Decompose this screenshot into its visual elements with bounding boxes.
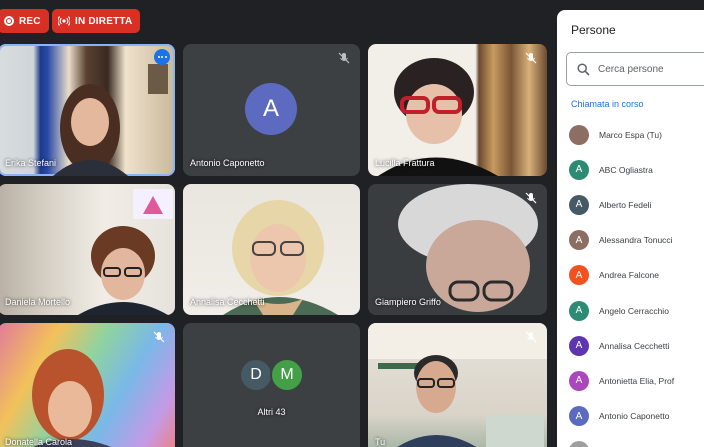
video-feed-donatella — [32, 349, 111, 447]
participant-name: Marco Espa (Tu) — [599, 129, 662, 140]
participant-list-item[interactable]: A Alessandra Tonucci — [557, 223, 704, 258]
participant-list-item[interactable]: A Alberto Fedeli — [557, 187, 704, 222]
avatar: A — [569, 406, 589, 427]
participant-list-item[interactable]: A Angelo Cerracchio — [557, 293, 704, 328]
search-box[interactable] — [566, 52, 704, 86]
participant-name: Alberto Fedeli — [599, 199, 652, 210]
avatar — [569, 441, 589, 447]
participant-tile-daniela-mortello[interactable]: Daniela Mortello — [0, 184, 175, 315]
live-badge[interactable]: IN DIRETTA — [52, 9, 141, 33]
participant-tile-self[interactable]: Tu — [368, 323, 547, 447]
participant-tile-erika-stefani[interactable]: Erika Stefani — [0, 44, 175, 176]
avatar — [569, 124, 589, 145]
panel-title: Persone — [571, 23, 616, 37]
participant-list-item[interactable]: A Antonio Caponetto — [557, 399, 704, 434]
participant-tile-giampiero-griffo[interactable]: Giampiero Griffo — [368, 184, 547, 315]
search-icon — [577, 62, 590, 76]
avatar: A — [569, 265, 589, 286]
people-panel: Persone Chiamata in corso Marco Espa (Tu… — [557, 10, 704, 447]
mic-off-icon — [337, 51, 351, 65]
top-bar: REC IN DIRETTA — [0, 0, 548, 42]
participant-list-item[interactable]: A Antonietta Elia, Prof — [557, 363, 704, 398]
mic-off-icon — [524, 191, 538, 205]
recording-badge[interactable]: REC — [0, 9, 49, 33]
participant-name: Lucilla Frattura — [375, 158, 435, 168]
participant-list-item[interactable]: A Annalisa Cecchetti — [557, 328, 704, 363]
video-feed-annalisa — [223, 200, 338, 315]
participant-name: Giampiero Griffo — [375, 297, 441, 307]
video-grid: Erika Stefani A Antonio Caponetto Lucill… — [0, 44, 548, 447]
avatar: A — [569, 335, 589, 356]
in-call-section-label: Chiamata in corso — [571, 99, 644, 109]
video-feed-self — [368, 323, 547, 447]
participant-tile-lucilla-frattura[interactable]: Lucilla Frattura — [368, 44, 547, 176]
video-feed-erika — [53, 64, 168, 176]
participant-tile-annalisa-cecchetti[interactable]: Annalisa Cecchetti — [183, 184, 360, 315]
avatar: M — [270, 358, 304, 392]
avatar: A — [245, 83, 297, 135]
video-feed-daniela — [78, 189, 173, 315]
participant-name: Donatella Carola — [5, 437, 73, 447]
avatar: A — [569, 230, 589, 251]
others-count-label: Altri 43 — [257, 407, 286, 417]
participant-name: Antonio Caponetto — [599, 411, 670, 422]
participant-name: Tu — [375, 437, 386, 447]
more-options-icon[interactable] — [154, 49, 170, 65]
mic-off-icon — [524, 51, 538, 65]
mic-off-icon — [152, 330, 166, 344]
participant-name: Alessandra Tonucci — [599, 235, 673, 246]
record-icon — [4, 16, 14, 26]
participant-name: Angelo Cerracchio — [599, 305, 669, 316]
participant-tile-antonio-caponetto[interactable]: A Antonio Caponetto — [183, 44, 360, 176]
recording-label: REC — [19, 15, 41, 27]
avatar: D — [239, 358, 273, 392]
participant-name: ABC Ogliastra — [599, 164, 653, 175]
live-label: IN DIRETTA — [75, 15, 133, 27]
participant-tile-donatella-carola[interactable]: Donatella Carola — [0, 323, 175, 447]
participant-name: Antonio Caponetto — [190, 158, 265, 168]
participant-list-item[interactable]: A ABC Ogliastra — [557, 152, 704, 187]
participant-tile-others[interactable]: D M Altri 43 — [183, 323, 360, 447]
video-feed-lucilla — [378, 58, 498, 176]
participant-name: Annalisa Cecchetti — [599, 340, 670, 351]
participant-name: Andrea Falcone — [599, 270, 660, 281]
search-input[interactable] — [598, 63, 704, 75]
participant-name: Erika Stefani — [5, 158, 57, 168]
avatar: A — [569, 300, 589, 321]
avatar: A — [569, 159, 589, 180]
participant-name: Antonietta Elia, Prof — [599, 375, 675, 386]
participant-name: Daniela Mortello — [5, 297, 71, 307]
video-feed-giampiero — [398, 184, 538, 312]
participant-list-item[interactable]: Marco Espa (Tu) — [557, 117, 704, 152]
mic-off-icon — [524, 330, 538, 344]
participant-list-item[interactable]: antonio ferraro — [557, 434, 704, 447]
avatar: A — [569, 370, 589, 391]
participant-name: Annalisa Cecchetti — [190, 297, 265, 307]
live-broadcast-icon — [58, 16, 70, 26]
avatar: A — [569, 194, 589, 215]
participant-list-item[interactable]: A Andrea Falcone — [557, 258, 704, 293]
